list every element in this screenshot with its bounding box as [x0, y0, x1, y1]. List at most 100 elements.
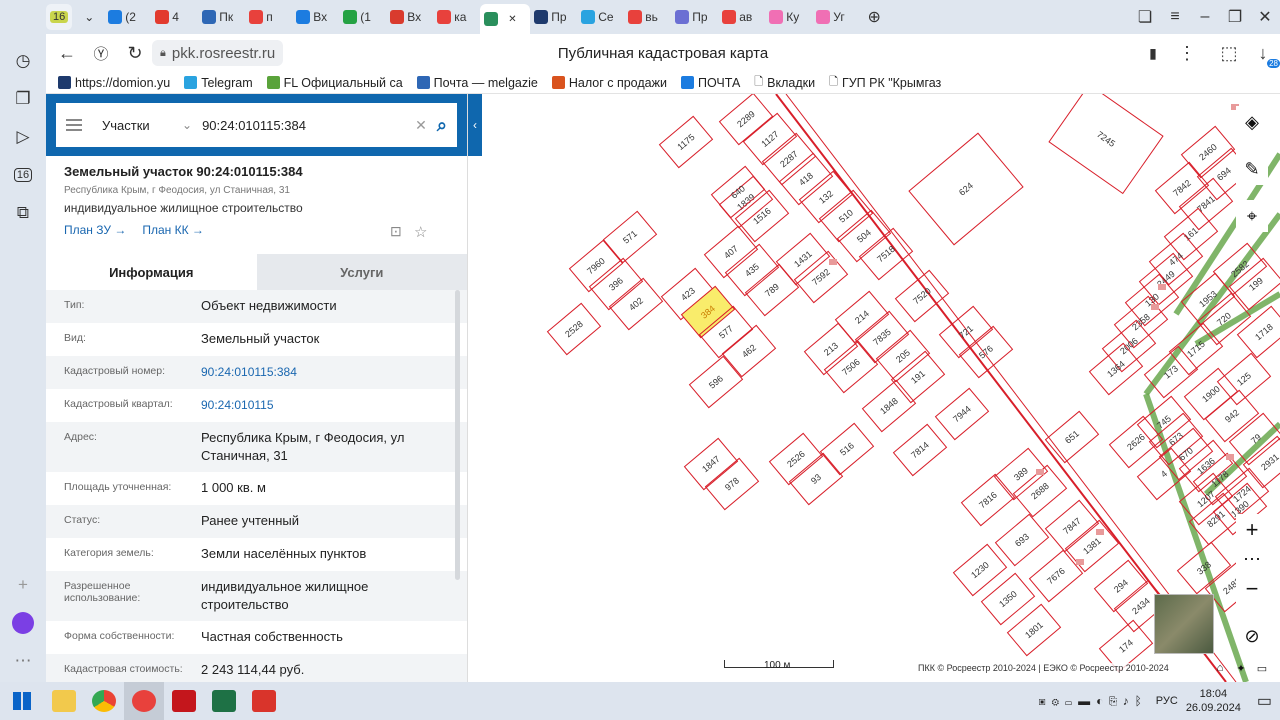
pdf-reader-icon[interactable]	[164, 682, 204, 720]
parcel[interactable]: 125	[1216, 352, 1272, 406]
plan-zu-link[interactable]: План ЗУ →	[64, 223, 126, 237]
language-indicator[interactable]: РУС	[1156, 695, 1178, 707]
browser-tab[interactable]: п	[245, 4, 292, 30]
parcel[interactable]: 7814	[892, 423, 948, 477]
zoom-out-icon[interactable]: −	[1236, 573, 1268, 605]
browser-tab[interactable]: вь	[624, 4, 671, 30]
browser-tab[interactable]: Уг	[812, 4, 859, 30]
zoom-in-icon[interactable]: +	[1236, 514, 1268, 546]
ruler-icon[interactable]: ✎	[1236, 153, 1268, 185]
start-button[interactable]	[0, 682, 44, 720]
parcel[interactable]: 2528	[546, 302, 602, 356]
tab-list-chevron-icon[interactable]: ⌄	[74, 4, 104, 30]
map-more-icon[interactable]: ⋯	[1236, 543, 1268, 575]
search-icon[interactable]: ⌕	[437, 115, 447, 136]
extensions-icon[interactable]: ⬚	[1212, 36, 1246, 70]
browser-tab[interactable]: ка	[433, 4, 480, 30]
more-options-icon[interactable]: ⋮	[1170, 36, 1204, 70]
downloads-icon[interactable]: ↓ 28	[1246, 36, 1280, 70]
collections-icon[interactable]: ❐	[8, 84, 38, 114]
tab-services[interactable]: Услуги	[256, 254, 467, 290]
parcel[interactable]: 338	[1176, 541, 1232, 595]
favorite-star-icon[interactable]: ☆	[414, 223, 427, 241]
parcel[interactable]: 624	[908, 132, 1024, 246]
video-icon[interactable]: ▷	[8, 122, 38, 152]
search-scope-select[interactable]: Участки	[102, 118, 172, 133]
browser-tab[interactable]: Вх	[292, 4, 339, 30]
chevron-down-icon[interactable]: ⌄	[182, 118, 192, 132]
parcel[interactable]: 1848	[861, 379, 917, 433]
search-input[interactable]: 90:24:010115:384	[202, 118, 405, 133]
compass-icon[interactable]: ⊘	[1236, 620, 1268, 652]
close-tab-icon[interactable]: ✕	[508, 14, 516, 25]
bookmark-item[interactable]: Telegram	[184, 76, 253, 90]
fullscreen-icon[interactable]: ▭	[1254, 660, 1270, 676]
parcel[interactable]: 693	[994, 513, 1050, 567]
tray-icons[interactable]: ▣⚙▭▬◐⎘♪ᛒ	[1039, 694, 1148, 708]
parcel[interactable]: 596	[688, 355, 744, 409]
camera-app-icon[interactable]	[244, 682, 284, 720]
bookmark-item[interactable]: ПОЧТА	[680, 76, 740, 90]
info-value[interactable]: 90:24:010115:384	[201, 363, 431, 381]
plan-kk-link[interactable]: План КК →	[142, 223, 204, 237]
info-value[interactable]: 90:24:010115	[201, 396, 431, 414]
bookmark-item[interactable]: Налог с продажи	[551, 76, 667, 90]
menu-icon[interactable]: ≡	[1160, 4, 1190, 30]
history-icon[interactable]: ◷	[8, 46, 38, 76]
browser-tab[interactable]: Пр	[530, 4, 577, 30]
restore-icon[interactable]: ❐	[1220, 4, 1250, 30]
url-field[interactable]: 🔒︎ pkk.rosreestr.ru	[152, 40, 284, 66]
bookmark-item[interactable]: 🗋︎ Вкладки	[754, 73, 815, 92]
parcel[interactable]: 7245	[1048, 94, 1164, 195]
browser-tab[interactable]: Се	[577, 4, 624, 30]
browser-tab[interactable]: (2	[104, 4, 151, 30]
browser-tab[interactable]: Ку	[765, 4, 812, 30]
menu-hamburger-icon[interactable]	[66, 119, 82, 131]
bookmark-item[interactable]: FL Официальный са	[266, 76, 403, 90]
parcel[interactable]: 130	[1124, 273, 1180, 327]
parcel[interactable]: 516	[819, 422, 875, 476]
browser-tab[interactable]: Пр	[671, 4, 718, 30]
chrome-icon[interactable]	[84, 682, 124, 720]
parcel[interactable]: 640	[710, 165, 766, 219]
back-icon[interactable]: ←	[50, 36, 84, 70]
browser-tab[interactable]: Пк	[198, 4, 245, 30]
parcel[interactable]: 1175	[658, 115, 714, 169]
minimap[interactable]	[1154, 594, 1214, 654]
notifications-icon[interactable]: ▭	[1257, 691, 1272, 711]
clock[interactable]: 18:04 26.09.2024	[1186, 687, 1241, 715]
home-icon[interactable]: ⌂	[1212, 660, 1228, 676]
bookmark-item[interactable]: https://domion.yu	[58, 76, 170, 90]
browser-tab[interactable]: (1	[339, 4, 386, 30]
browser-tab[interactable]: 4	[151, 4, 198, 30]
file-explorer-icon[interactable]	[44, 682, 84, 720]
parcel[interactable]: 7676	[1028, 549, 1084, 603]
target-icon[interactable]: ✦	[1233, 660, 1249, 676]
yandex-browser-icon[interactable]	[124, 682, 164, 720]
zoom-to-object-icon[interactable]: ⊡	[390, 223, 402, 240]
alice-icon[interactable]	[8, 608, 38, 638]
bookmark-icon[interactable]: ▮	[1136, 36, 1170, 70]
parcel[interactable]: 1364	[1088, 342, 1144, 396]
browser-tab[interactable]: Вх	[386, 4, 433, 30]
locate-icon[interactable]: ⌖	[1236, 200, 1268, 232]
close-window-icon[interactable]: ✕	[1250, 4, 1280, 30]
app-badge-icon[interactable]: 16	[8, 160, 38, 190]
excel-icon[interactable]	[204, 682, 244, 720]
add-panel-icon[interactable]: +	[8, 570, 38, 600]
parcel[interactable]: 7816	[960, 473, 1016, 527]
tab-collections-icon[interactable]: ❏	[1130, 4, 1160, 30]
minimize-icon[interactable]: –	[1190, 4, 1220, 30]
collapse-panel-icon[interactable]: ‹	[468, 94, 482, 156]
tab-info[interactable]: Информация	[46, 254, 257, 290]
parcel[interactable]: 161	[1163, 207, 1219, 261]
clear-icon[interactable]: ✕	[415, 117, 427, 134]
yandex-icon[interactable]: Ⓨ	[84, 36, 118, 70]
panel-scrollbar[interactable]	[455, 290, 460, 580]
tab-counter[interactable]: 16	[46, 4, 73, 30]
more-icon[interactable]: ⋯	[8, 646, 38, 676]
reload-icon[interactable]: ↻	[118, 36, 152, 70]
parcel[interactable]: 7944	[934, 387, 990, 441]
parcel[interactable]: 571	[602, 210, 658, 264]
browser-tab[interactable]: ✕	[480, 4, 531, 34]
